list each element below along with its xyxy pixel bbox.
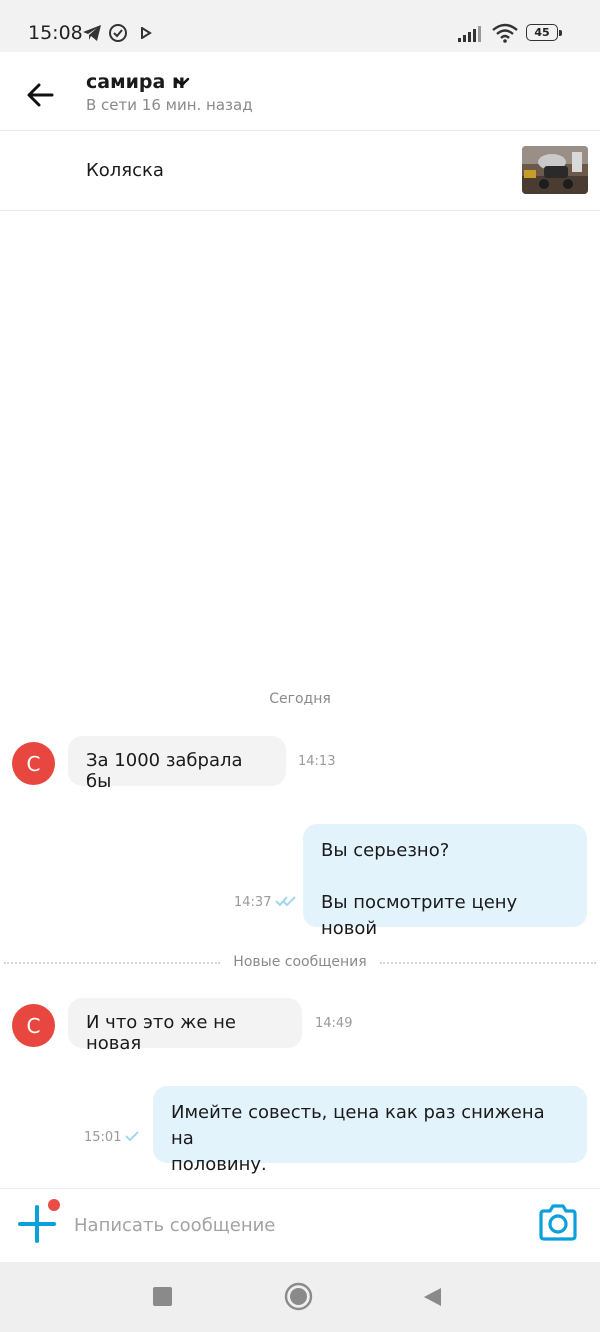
message-text: И что это же не новая: [86, 1012, 236, 1054]
system-nav-bar: [0, 1262, 600, 1332]
message-time: 15:01: [84, 1130, 122, 1145]
avatar[interactable]: С: [12, 1004, 55, 1047]
message-line: половину.: [171, 1154, 267, 1175]
double-check-icon: [275, 896, 296, 907]
back-arrow-icon[interactable]: [24, 78, 60, 114]
divider-line-right: [380, 962, 596, 964]
message-bubble-outgoing[interactable]: Имейте совесть, цена как раз снижена на …: [153, 1086, 587, 1175]
listing-thumbnail[interactable]: [522, 146, 588, 194]
signal-icon: [458, 26, 481, 42]
avatar[interactable]: С: [12, 742, 55, 785]
message-line: [321, 864, 569, 890]
message-line: Вы посмотрите цену новой: [321, 892, 518, 939]
play-icon: [141, 27, 152, 39]
avatar-letter: С: [26, 751, 41, 776]
battery-tip: [559, 30, 562, 36]
message-time: 14:13: [298, 754, 336, 769]
chat-header: самира н В сети 16 мин. назад: [0, 52, 600, 131]
contact-status: В сети 16 мин. назад: [86, 96, 253, 114]
message-bubble-outgoing[interactable]: Вы серьезно? Вы посмотрите цену новой: [303, 824, 587, 939]
recents-button[interactable]: [153, 1287, 172, 1306]
camera-icon[interactable]: [537, 1204, 579, 1242]
check-circle-icon: [109, 24, 127, 42]
message-bubble-incoming[interactable]: За 1000 забрала бы: [68, 736, 286, 792]
battery-level: 45: [534, 26, 550, 39]
wifi-icon: [492, 23, 518, 43]
message-input[interactable]: [72, 1206, 516, 1244]
back-button[interactable]: [421, 1286, 443, 1308]
check-icon: [125, 1131, 139, 1142]
message-bubble-incoming[interactable]: И что это же не новая: [68, 998, 302, 1054]
message-line: Вы серьезно?: [321, 840, 450, 861]
listing-title[interactable]: Коляска: [86, 160, 164, 181]
telegram-icon: [83, 25, 101, 41]
message-line: Имейте совесть, цена как раз снижена на: [171, 1102, 545, 1149]
avatar-letter: С: [26, 1013, 41, 1038]
notification-dot: [48, 1199, 60, 1211]
message-time: 14:49: [315, 1016, 353, 1031]
message-time: 14:37: [234, 895, 272, 910]
status-bar: 15:08 45: [0, 0, 600, 52]
battery-icon: 45: [526, 24, 558, 41]
listing-banner[interactable]: Коляска: [0, 131, 600, 211]
date-separator: Сегодня: [269, 691, 331, 707]
contact-name[interactable]: самира н: [86, 71, 185, 93]
chevron-down-icon[interactable]: [174, 76, 190, 88]
home-button[interactable]: [284, 1282, 313, 1311]
message-text: За 1000 забрала бы: [86, 750, 243, 792]
status-time: 15:08: [28, 22, 83, 44]
